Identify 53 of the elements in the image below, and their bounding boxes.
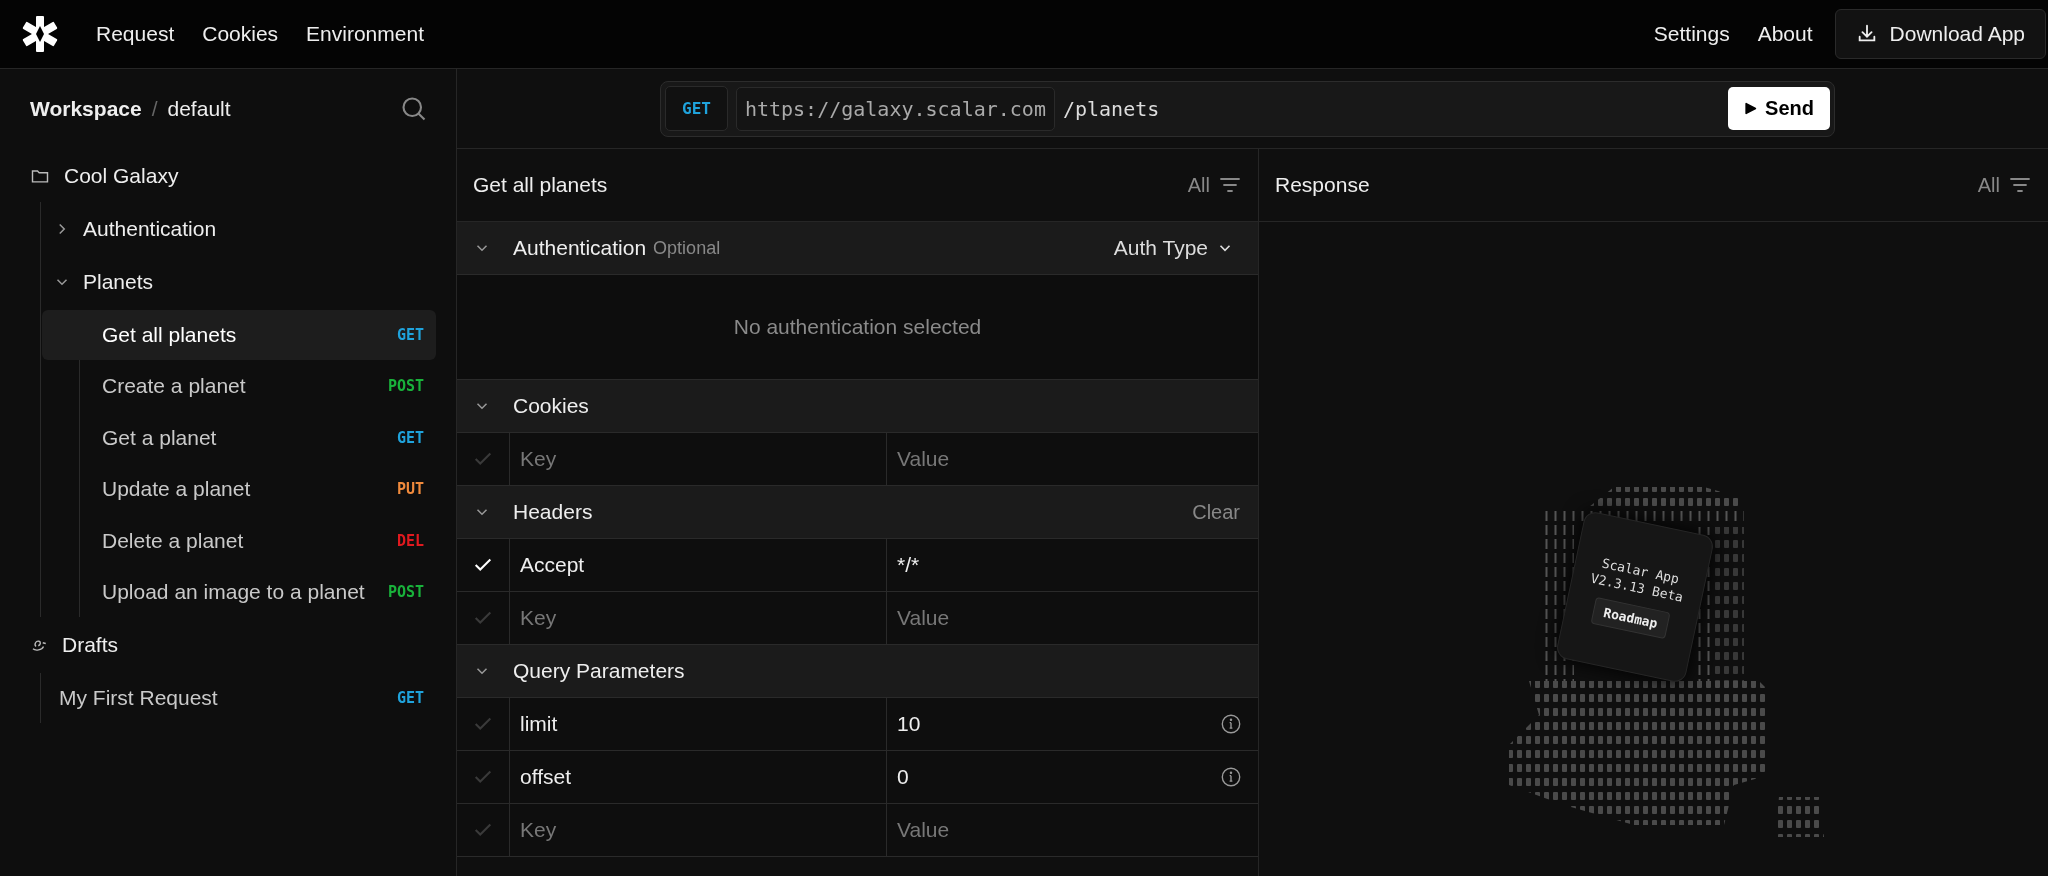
nav-link[interactable]: Cookies [188, 14, 293, 54]
filter-label[interactable]: All [1977, 173, 2000, 197]
section-title[interactable]: Query Parameters [513, 659, 685, 683]
nav-link[interactable]: About [1743, 14, 1827, 54]
folder-item[interactable]: Authentication [83, 216, 217, 241]
value-field[interactable]: */* [897, 553, 1242, 577]
play-icon [1744, 102, 1758, 115]
value-field[interactable]: Value [897, 818, 1117, 842]
nav-link[interactable]: Request [82, 14, 189, 54]
value-field[interactable]: 10 [897, 712, 1220, 736]
download-button[interactable]: Download App [1834, 9, 2046, 59]
key-field[interactable]: Key [520, 447, 740, 471]
key-field[interactable]: limit [520, 712, 886, 736]
request-item[interactable]: My First Request GET [41, 673, 436, 723]
folder-item[interactable]: Planets [83, 269, 154, 294]
request-title: Get all planets [473, 173, 608, 197]
collection-item[interactable]: Cool Galaxy [64, 163, 179, 188]
value-field[interactable]: Value [897, 447, 1117, 471]
breadcrumb-separator: / [151, 97, 158, 121]
empty-message: No authentication selected [733, 315, 982, 339]
nav-link[interactable]: Settings [1639, 14, 1744, 54]
auth-type-dropdown[interactable]: Auth Type [1107, 235, 1240, 261]
url-path-field[interactable]: /planets [1062, 96, 1160, 121]
key-field[interactable]: Key [520, 606, 740, 630]
key-field[interactable]: offset [520, 765, 886, 789]
info-icon[interactable] [1220, 713, 1242, 735]
key-field[interactable]: Key [520, 818, 740, 842]
base-url[interactable]: https://galaxy.scalar.com [735, 86, 1055, 131]
key-field[interactable]: Accept [520, 553, 886, 577]
request-item[interactable]: Get a planet GET [42, 412, 436, 463]
workspace-name[interactable]: default [167, 97, 231, 121]
optional-hint: Optional [653, 237, 721, 259]
section-title[interactable]: Cookies [513, 394, 589, 418]
request-item[interactable]: Delete a planet DEL [42, 515, 436, 566]
info-icon[interactable] [1220, 766, 1242, 788]
search-icon[interactable] [400, 95, 428, 123]
value-field[interactable]: 0 [897, 765, 1220, 789]
logo-icon [20, 14, 60, 54]
collection-item[interactable]: Drafts [62, 633, 118, 657]
request-item[interactable]: Upload an image to a planet POST [42, 567, 436, 617]
response-title: Response [1275, 173, 1370, 197]
request-item[interactable]: Update a planet PUT [42, 464, 436, 514]
clear-button[interactable]: Clear [1192, 500, 1240, 524]
section-title[interactable]: Authentication [513, 236, 647, 260]
value-field[interactable]: Value [897, 606, 1117, 630]
send-button[interactable]: Send [1728, 87, 1830, 130]
section-title[interactable]: Headers [513, 500, 593, 524]
workspace-label[interactable]: Workspace [30, 97, 142, 121]
nav-link[interactable]: Environment [292, 14, 438, 54]
request-item[interactable]: Get all planets GET [42, 309, 436, 360]
request-item[interactable]: Create a planet POST [42, 361, 436, 411]
filter-label[interactable]: All [1187, 173, 1210, 197]
method-selector[interactable]: GET [665, 86, 728, 131]
